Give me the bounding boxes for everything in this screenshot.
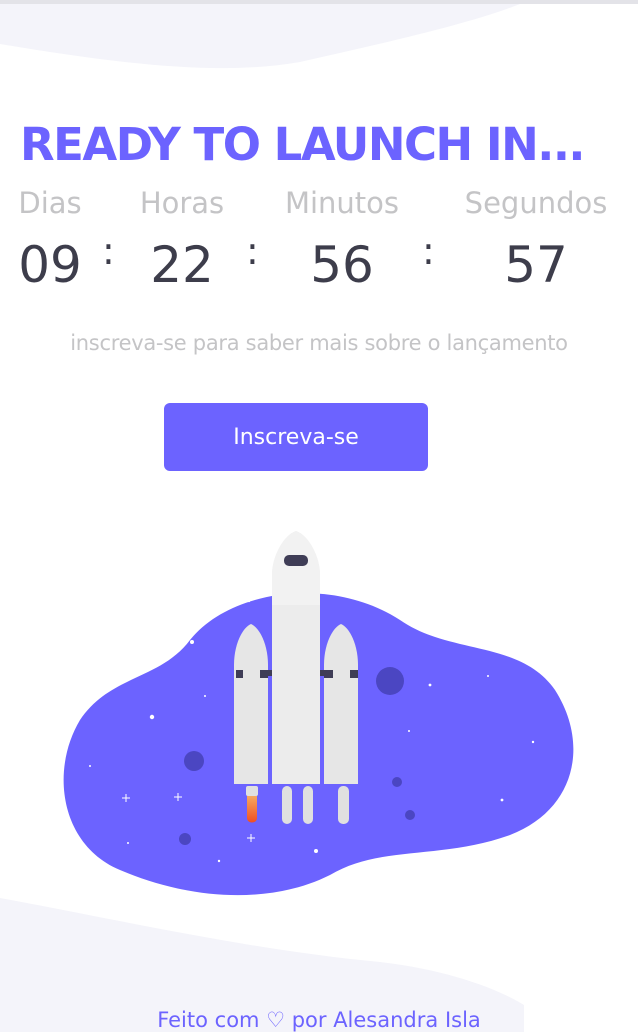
rocket-flame bbox=[247, 796, 257, 823]
page-title: READY TO LAUNCH IN... bbox=[20, 118, 586, 171]
countdown-label-hours: Horas bbox=[139, 186, 225, 220]
countdown-separator: : bbox=[102, 229, 115, 273]
countdown-value-hours: 22 bbox=[150, 236, 214, 294]
left-booster bbox=[234, 624, 268, 784]
heart-icon: ♡ bbox=[266, 1008, 286, 1032]
rocket-window bbox=[284, 555, 308, 566]
countdown-value-days: 09 bbox=[18, 236, 82, 294]
footer-credit: Feito com ♡ por Alesandra Isla bbox=[0, 1008, 638, 1032]
right-booster bbox=[324, 624, 358, 784]
rocket-illustration bbox=[63, 531, 574, 896]
top-wave-decoration bbox=[0, 4, 520, 69]
footer-author: por Alesandra Isla bbox=[291, 1008, 481, 1032]
subscribe-button[interactable]: Inscreva-se bbox=[164, 403, 428, 471]
countdown-label-days: Dias bbox=[18, 186, 82, 220]
subscribe-prompt: inscreva-se para saber mais sobre o lanç… bbox=[70, 331, 568, 355]
countdown-label-minutes: Minutos bbox=[284, 186, 400, 220]
countdown-value-seconds: 57 bbox=[504, 236, 568, 294]
countdown-separator: : bbox=[246, 229, 259, 273]
footer-prefix: Feito com bbox=[157, 1008, 260, 1032]
countdown-separator: : bbox=[422, 229, 435, 273]
countdown-value-minutes: 56 bbox=[310, 236, 374, 294]
countdown-label-seconds: Segundos bbox=[464, 186, 608, 220]
